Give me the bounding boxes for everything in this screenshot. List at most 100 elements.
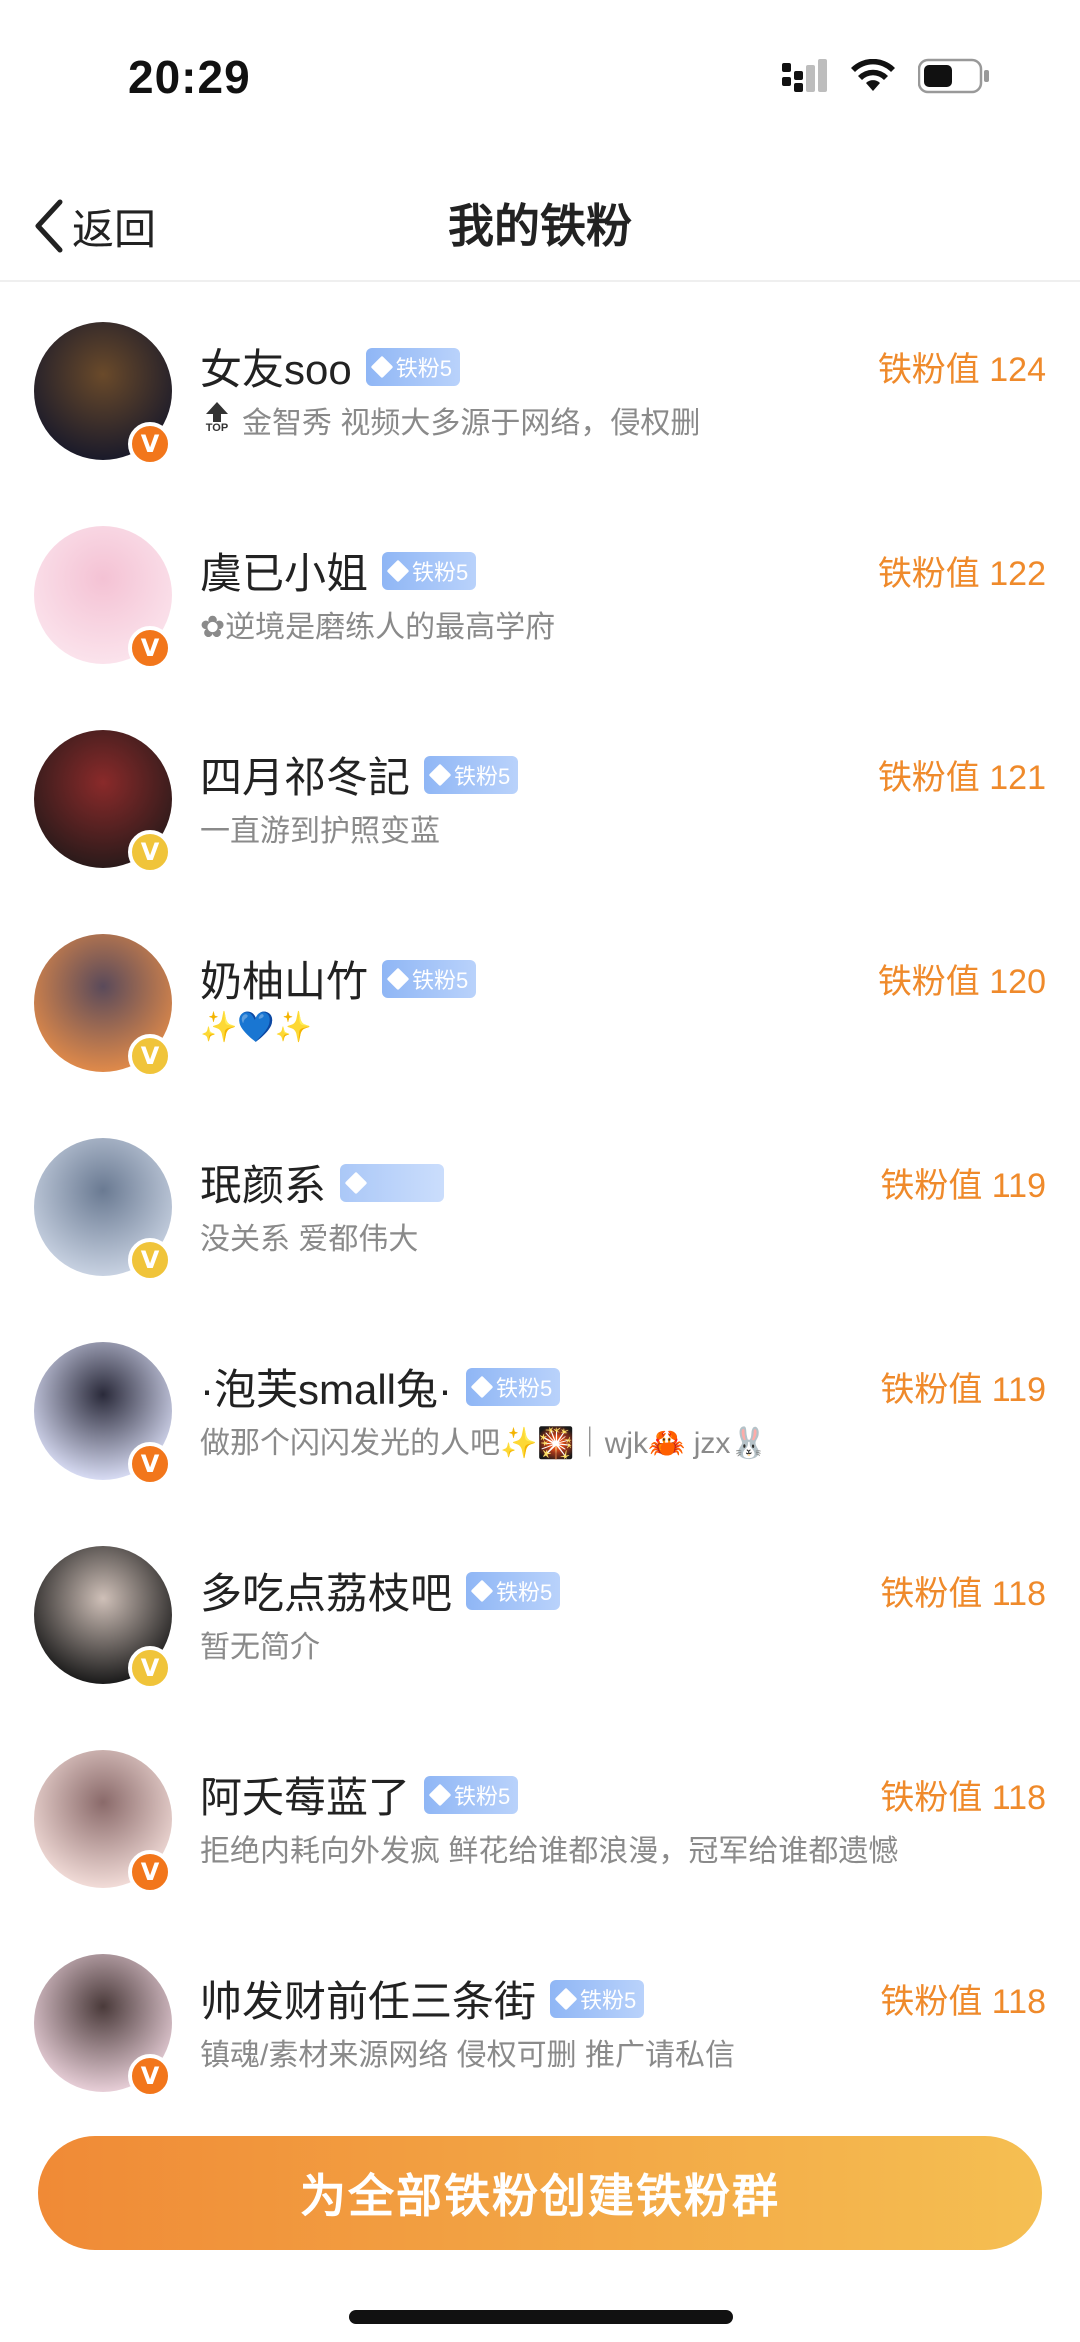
fan-level-badge: 铁粉5 (424, 1775, 519, 1814)
top-arrow-icon: TOP (200, 402, 234, 438)
verified-v-icon: V (128, 1442, 172, 1486)
fan-bio-text: 暂无简介 (200, 1631, 320, 1664)
fan-row[interactable]: V 多吃点荔枝吧 铁粉5 铁粉值 118 暂无简介 (0, 1508, 1080, 1712)
fan-score: 铁粉值 119 (880, 1371, 1046, 1409)
fan-score: 铁粉值 118 (880, 1575, 1046, 1613)
fan-level-badge: 铁粉5 (465, 1367, 561, 1406)
fan-row[interactable]: V 帅发财前任三条街 铁粉5 铁粉值 118 镇魂/素材来源网络 侵权可删 推广请私信 (0, 1916, 1080, 2120)
diamond-icon (554, 1987, 578, 2010)
fan-level-label: 铁粉5 (495, 1375, 553, 1401)
cellular-signal-icon (782, 59, 827, 92)
diamond-icon (428, 1783, 452, 1806)
fan-score: 铁粉值 124 (877, 351, 1046, 389)
fan-name-line: 虞已小姐 铁粉5 (200, 540, 477, 601)
fan-row[interactable]: V 珉颜系 铁粉值 119 没关系 爱都伟大 (0, 1100, 1080, 1304)
fan-name[interactable]: ·泡芙small兔· (200, 1356, 452, 1417)
fan-row[interactable]: V ·泡芙small兔· 铁粉5 铁粉值 119 做那个闪闪发光的人吧✨🎇｜wjk🦀 j… (0, 1304, 1080, 1508)
fan-level-label: 铁粉5 (412, 559, 469, 585)
diamond-icon (344, 1171, 368, 1194)
home-indicator[interactable] (349, 2310, 733, 2324)
diamond-icon (470, 1579, 494, 1602)
fan-score: 铁粉值 119 (880, 1167, 1046, 1205)
diamond-icon (428, 763, 452, 786)
fan-name[interactable]: 珉颜系 (200, 1152, 326, 1213)
fan-bio: 暂无简介 (200, 1622, 320, 1666)
fan-level-badge: 铁粉5 (466, 1571, 561, 1610)
verified-v-icon: V (128, 1850, 172, 1894)
page-title: 我的铁粉 (448, 200, 632, 252)
verified-v-icon: V (128, 1034, 172, 1078)
fan-level-label: 铁粉5 (454, 763, 511, 789)
back-label: 返回 (72, 205, 157, 253)
fan-name[interactable]: 女友soo (200, 336, 352, 397)
fan-score: 铁粉值 120 (877, 963, 1046, 1001)
create-fan-group-button[interactable]: 为全部铁粉创建铁粉群 (38, 2136, 1042, 2250)
fan-bio: 做那个闪闪发光的人吧✨🎇｜wjk🦀 jzx🐰 (200, 1418, 768, 1462)
fan-level-badge: 铁粉5 (365, 347, 460, 386)
status-bar: 20:29 (0, 0, 1080, 150)
fan-bio: 拒绝内耗向外发疯 鲜花给谁都浪漫，冠军给谁都遗憾 (200, 1826, 898, 1870)
fan-name-line: 奶柚山竹 铁粉5 (200, 948, 477, 1009)
fan-bio: TOP 金智秀 视频大多源于网络，侵权删 (200, 398, 700, 442)
fan-name-line: 珉颜系 (200, 1152, 445, 1213)
fan-score: 铁粉值 118 (880, 1983, 1046, 2021)
fan-bio-text: 一直游到护照变蓝 (200, 815, 440, 848)
fan-name[interactable]: 帅发财前任三条街 (200, 1968, 536, 2029)
fan-bio: 镇魂/素材来源网络 侵权可删 推广请私信 (200, 2030, 735, 2074)
status-time: 20:29 (128, 51, 251, 103)
fan-bio: ✨💙✨ (200, 1010, 312, 1045)
fan-bio-text: 金智秀 视频大多源于网络，侵权删 (242, 407, 701, 440)
fan-level-label: 铁粉5 (580, 1987, 637, 2013)
verified-v-icon: V (128, 626, 172, 670)
fan-name-line: 四月祁冬記 铁粉5 (200, 744, 519, 805)
fan-name[interactable]: 虞已小姐 (200, 540, 368, 601)
fan-list: V 女友soo 铁粉5 铁粉值 124 TOP 金智秀 视频大多源于网络，侵权删 V 虞已小姐… (0, 284, 1080, 2120)
fan-row[interactable]: V 阿夭莓蓝了 铁粉5 铁粉值 118 拒绝内耗向外发疯 鲜花给谁都浪漫，冠军给谁都遗憾 (0, 1712, 1080, 1916)
status-icons (782, 58, 990, 94)
fan-name[interactable]: 阿夭莓蓝了 (200, 1764, 410, 1825)
fan-row[interactable]: V 女友soo 铁粉5 铁粉值 124 TOP 金智秀 视频大多源于网络，侵权删 (0, 284, 1080, 488)
fan-level-badge: 铁粉5 (382, 959, 477, 998)
fan-level-label: 铁粉5 (412, 967, 469, 993)
fan-name[interactable]: 奶柚山竹 (200, 948, 368, 1009)
fan-bio-text: 拒绝内耗向外发疯 鲜花给谁都浪漫，冠军给谁都遗憾 (200, 1835, 899, 1868)
verified-v-icon: V (128, 830, 172, 874)
fan-level-badge: 铁粉5 (424, 755, 519, 794)
diamond-icon (370, 355, 394, 378)
wifi-icon (851, 59, 895, 91)
bottom-bar: 为全部铁粉创建铁粉群 (0, 2108, 1080, 2342)
fan-row[interactable]: V 四月祁冬記 铁粉5 铁粉值 121 一直游到护照变蓝 (0, 692, 1080, 896)
fan-score: 铁粉值 118 (880, 1779, 1046, 1817)
verified-v-icon: V (128, 2054, 172, 2098)
fan-name-line: ·泡芙small兔· 铁粉5 (200, 1356, 561, 1417)
fan-bio-text: ✿逆境是磨练人的最高学府 (200, 611, 556, 644)
fan-bio-text: 没关系 爱都伟大 (200, 1223, 419, 1256)
back-button[interactable]: 返回 (32, 194, 156, 258)
verified-v-icon: V (128, 1238, 172, 1282)
fan-name[interactable]: 四月祁冬記 (200, 744, 410, 805)
fan-name[interactable]: 多吃点荔枝吧 (200, 1560, 452, 1621)
fan-bio: 一直游到护照变蓝 (200, 806, 440, 850)
fan-level-badge: 铁粉5 (382, 551, 477, 590)
top-label: TOP (205, 422, 229, 434)
fan-name-line: 女友soo 铁粉5 (200, 336, 460, 397)
fan-bio: 没关系 爱都伟大 (200, 1214, 418, 1258)
fan-name-line: 阿夭莓蓝了 铁粉5 (200, 1764, 519, 1825)
fan-level-label: 铁粉5 (395, 355, 452, 381)
fan-level-label: 铁粉5 (496, 1579, 553, 1605)
nav-bar: 我的铁粉 返回 (0, 170, 1080, 282)
verified-v-icon: V (128, 1646, 172, 1690)
fan-name-line: 帅发财前任三条街 铁粉5 (200, 1968, 645, 2029)
fan-row[interactable]: V 奶柚山竹 铁粉5 铁粉值 120 ✨💙✨ (0, 896, 1080, 1100)
diamond-icon (386, 559, 410, 582)
chevron-left-icon (35, 199, 63, 253)
diamond-icon (470, 1375, 494, 1398)
fan-row[interactable]: V 虞已小姐 铁粉5 铁粉值 122 ✿逆境是磨练人的最高学府 (0, 488, 1080, 692)
fan-name-line: 多吃点荔枝吧 铁粉5 (200, 1560, 561, 1621)
battery-icon (918, 58, 989, 94)
fan-level-badge (340, 1163, 445, 1202)
fan-level-label: 铁粉5 (454, 1783, 511, 1809)
fan-score: 铁粉值 121 (877, 759, 1046, 797)
fan-score: 铁粉值 122 (877, 555, 1046, 593)
fan-bio: ✿逆境是磨练人的最高学府 (200, 602, 555, 646)
